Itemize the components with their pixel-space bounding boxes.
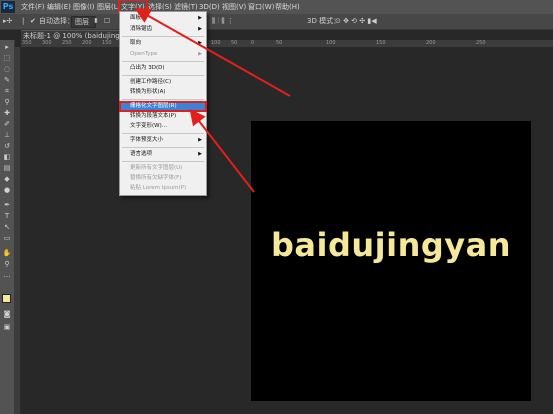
menu-help[interactable]: 帮助(H) xyxy=(275,0,300,14)
menu-separator xyxy=(122,61,204,62)
move-tool-icon[interactable]: ▸ xyxy=(2,43,12,52)
ruler-tick-label: 200 xyxy=(426,40,436,46)
eraser-tool-icon[interactable]: ◧ xyxy=(2,153,12,162)
horizontal-ruler: 350 300 250 200 150 100 50 0 50 100 150 … xyxy=(21,40,553,48)
ruler-tick-label: 50 xyxy=(231,40,238,46)
path-selection-tool-icon[interactable]: ↖ xyxy=(2,223,12,232)
submenu-arrow-icon: ▶ xyxy=(198,40,202,46)
transform-controls-checkbox-icon[interactable]: ☐ xyxy=(104,15,110,27)
type-menu-dropdown: 面板 ▶ 消除锯齿 ▶ 取向 ▶ OpenType ▶ 凸出为 3D(D) 创建工作路径… xyxy=(119,11,207,196)
menu-separator xyxy=(122,36,204,37)
menu-item-rasterize-type-layer[interactable]: 栅格化文字图层(R) xyxy=(119,101,207,112)
menu-item-update-all-text-layers[interactable]: 更新所有文字图层(U) xyxy=(120,164,206,173)
menu-item-replace-missing-fonts[interactable]: 替换所有欠缺字体(F) xyxy=(120,174,206,183)
ruler-tick-label: 50 xyxy=(276,40,283,46)
eyedropper-tool-icon[interactable]: ⚲ xyxy=(2,98,12,107)
ruler-tick-label: 150 xyxy=(102,40,112,46)
clone-stamp-tool-icon[interactable]: ⊥ xyxy=(2,131,12,140)
menu-item-convert-to-shape[interactable]: 转换为形状(A) xyxy=(120,88,206,97)
photoshop-logo-icon: Ps xyxy=(1,1,15,13)
ruler-tick-label: 250 xyxy=(62,40,72,46)
chevron-down-icon: ⬍ xyxy=(93,17,99,25)
menu-bar: Ps 文件(F) 编辑(E) 图像(I) 图层(L) 文字(Y) 选择(S) 滤… xyxy=(0,0,553,15)
menu-view[interactable]: 视图(V) xyxy=(222,0,246,14)
hand-tool-icon[interactable]: ✋ xyxy=(2,249,12,258)
ruler-tick-label: 200 xyxy=(82,40,92,46)
menu-item-create-work-path[interactable]: 创建工作路径(C) xyxy=(120,78,206,87)
ruler-tick-label: 350 xyxy=(22,40,32,46)
ruler-tick-label: 100 xyxy=(211,40,221,46)
vertical-ruler xyxy=(14,47,21,414)
ruler-tick-label: 300 xyxy=(42,40,52,46)
menu-item-language-options[interactable]: 语言选项 ▶ xyxy=(120,150,206,159)
menu-layer[interactable]: 图层(L) xyxy=(97,0,120,14)
options-bar: ▸✢ | ✔ 自动选择： 图层 ⬍ ☐ ⫼ ⫶ ⫼ ⋮ 3D 模式： ⊙ ✥ ⟲… xyxy=(0,14,553,30)
quick-select-tool-icon[interactable]: ✎ xyxy=(2,76,12,85)
history-brush-tool-icon[interactable]: ↺ xyxy=(2,142,12,151)
document-canvas[interactable]: baidujingyan xyxy=(251,121,531,401)
menu-item-anti-aliasing[interactable]: 消除锯齿 ▶ xyxy=(120,25,206,34)
lasso-tool-icon[interactable]: ◌ xyxy=(2,65,12,74)
screen-mode-icon[interactable]: ▣ xyxy=(2,323,12,332)
ruler-tick-label: 100 xyxy=(326,40,336,46)
submenu-arrow-icon: ▶ xyxy=(198,151,202,157)
submenu-arrow-icon: ▶ xyxy=(198,26,202,32)
menu-item-orientation[interactable]: 取向 ▶ xyxy=(120,39,206,48)
blur-tool-icon[interactable]: ◆ xyxy=(2,175,12,184)
align-icons[interactable]: ⫼ ⫶ ⫼ ⋮ xyxy=(212,15,234,27)
foreground-color-swatch[interactable] xyxy=(2,294,11,303)
marquee-tool-icon[interactable]: ⬚ xyxy=(2,54,12,63)
menu-separator xyxy=(122,75,204,76)
type-tool-icon[interactable]: T xyxy=(2,212,12,221)
menu-window[interactable]: 窗口(W) xyxy=(248,0,274,14)
menu-item-font-preview-size[interactable]: 字体预览大小 ▶ xyxy=(120,136,206,145)
ruler-tick-label: 0 xyxy=(251,40,255,46)
menu-item-paste-lorem-ipsum[interactable]: 粘贴 Lorem Ipsum(P) xyxy=(120,184,206,193)
ruler-tick-label: 250 xyxy=(476,40,486,46)
crop-tool-icon[interactable]: ⌗ xyxy=(2,87,12,96)
3d-mode-icons[interactable]: ⊙ ✥ ⟲ ✣ ▮◀ xyxy=(335,15,377,27)
ruler-tick-label: 150 xyxy=(376,40,386,46)
menu-edit[interactable]: 编辑(E) xyxy=(47,0,71,14)
more-tools-icon[interactable]: … xyxy=(2,271,12,280)
menu-item-panels[interactable]: 面板 ▶ xyxy=(120,14,206,23)
menu-separator xyxy=(122,147,204,148)
menu-item-convert-to-paragraph-text[interactable]: 转换为段落文本(P) xyxy=(120,112,206,121)
menu-separator xyxy=(122,99,204,100)
shape-tool-icon[interactable]: ▭ xyxy=(2,234,12,243)
auto-select-checkbox-icon[interactable]: ✔ xyxy=(30,15,36,27)
submenu-arrow-icon: ▶ xyxy=(198,15,202,21)
zoom-tool-icon[interactable]: ⚲ xyxy=(2,260,12,269)
menu-separator xyxy=(122,161,204,162)
gradient-tool-icon[interactable]: ▤ xyxy=(2,164,12,173)
auto-select-label: 自动选择： xyxy=(39,17,74,25)
move-tool-icon[interactable]: ▸✢ xyxy=(3,15,12,27)
menu-item-warp-text[interactable]: 文字变形(W)... xyxy=(120,122,206,131)
brush-tool-icon[interactable]: ✐ xyxy=(2,120,12,129)
canvas-text-layer[interactable]: baidujingyan xyxy=(251,226,531,264)
submenu-arrow-icon: ▶ xyxy=(198,51,202,57)
menu-image[interactable]: 图像(I) xyxy=(73,0,95,14)
pen-tool-icon[interactable]: ✒ xyxy=(2,201,12,210)
options-divider: | xyxy=(22,17,25,25)
menu-item-opentype[interactable]: OpenType ▶ xyxy=(120,50,206,59)
tools-panel: ▸ ⬚ ◌ ✎ ⌗ ⚲ ✚ ✐ ⊥ ↺ ◧ ▤ ◆ ● ✒ T ↖ ▭ ✋ ⚲ … xyxy=(0,40,15,414)
quick-mask-icon[interactable]: ◙ xyxy=(2,310,12,319)
menu-item-extrude-3d[interactable]: 凸出为 3D(D) xyxy=(120,64,206,73)
menu-separator xyxy=(122,133,204,134)
dodge-tool-icon[interactable]: ● xyxy=(2,186,12,195)
healing-brush-tool-icon[interactable]: ✚ xyxy=(2,109,12,118)
menu-file[interactable]: 文件(F) xyxy=(21,0,45,14)
submenu-arrow-icon: ▶ xyxy=(198,137,202,143)
